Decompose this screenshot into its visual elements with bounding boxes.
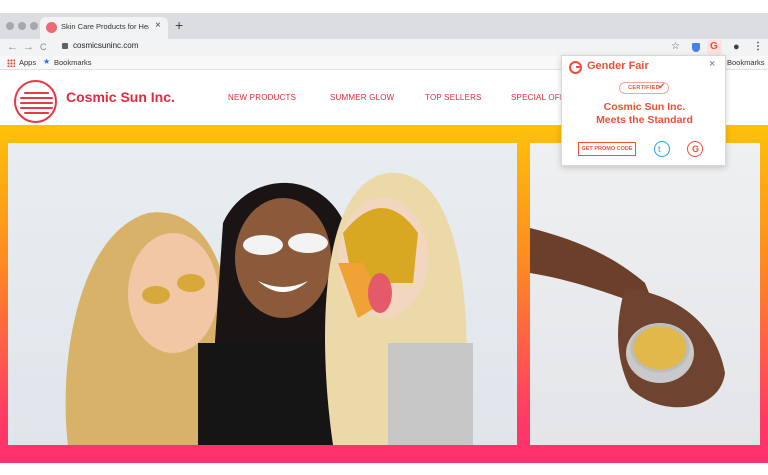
hero-banner <box>0 125 768 463</box>
nav-new-products[interactable]: NEW PRODUCTS <box>228 93 296 102</box>
brand-name[interactable]: Cosmic Sun Inc. <box>66 89 175 105</box>
back-icon[interactable]: ← <box>7 40 18 54</box>
window-close-dot[interactable] <box>6 22 14 30</box>
twitter-share-button[interactable]: t <box>654 141 670 157</box>
site-favicon-icon <box>46 22 57 33</box>
gender-fair-popup: Gender Fair × CERTIFIED ✔ Cosmic Sun Inc… <box>561 55 726 166</box>
shield-extension-icon[interactable] <box>692 43 700 52</box>
get-promo-code-button[interactable]: GET PROMO CODE <box>578 142 636 156</box>
bookmark-star-blue-icon: ★ <box>43 57 51 66</box>
account-icon[interactable]: ● <box>733 40 740 54</box>
tab-bar: Skin Care Products for Health × + <box>0 13 768 39</box>
apps-grid-icon[interactable] <box>7 59 15 67</box>
nav-top-sellers[interactable]: TOP SELLERS <box>425 93 482 102</box>
popup-company-name: Cosmic Sun Inc. <box>603 101 686 113</box>
popup-brand-name: Gender Fair <box>587 60 649 72</box>
twitter-icon: t <box>658 144 661 154</box>
address-bar-url[interactable]: cosmicsuninc.com <box>73 41 138 50</box>
address-toolbar: ← → C cosmicsuninc.com ☆ G ● ⋮ <box>0 39 768 56</box>
browser-menu-icon[interactable]: ⋮ <box>753 40 763 54</box>
apps-bookmark[interactable]: Apps <box>19 58 36 67</box>
forward-icon[interactable]: → <box>23 40 34 54</box>
nav-summer-glow[interactable]: SUMMER GLOW <box>330 93 394 102</box>
tab-close-icon[interactable]: × <box>155 20 161 31</box>
other-bookmarks-folder[interactable]: Bookmarks <box>727 58 765 67</box>
browser-window: Skin Care Products for Health × + ← → C … <box>0 0 768 475</box>
gender-fair-icon: G <box>692 144 700 154</box>
site-logo[interactable] <box>14 80 57 123</box>
gender-fair-extension-button[interactable]: G <box>707 40 722 55</box>
bookmarks-folder[interactable]: Bookmarks <box>54 58 92 67</box>
new-tab-button[interactable]: + <box>175 16 183 34</box>
window-zoom-dot[interactable] <box>30 22 38 30</box>
popup-status-text: Meets the Standard <box>596 114 693 126</box>
reload-icon[interactable]: C <box>40 40 47 54</box>
bookmark-star-icon[interactable]: ☆ <box>671 40 680 54</box>
gender-fair-g-icon: G <box>710 41 718 52</box>
gender-fair-logo-icon <box>569 61 582 74</box>
window-minimize-dot[interactable] <box>18 22 26 30</box>
nav-special-offers[interactable]: SPECIAL OFF <box>511 93 565 102</box>
popup-close-icon[interactable]: × <box>709 58 715 70</box>
browser-tab-active[interactable]: Skin Care Products for Health × <box>40 17 168 39</box>
gender-fair-link-button[interactable]: G <box>687 141 703 157</box>
hero-photo-hand-with-tin[interactable] <box>530 143 760 445</box>
hero-photo-three-women[interactable] <box>8 143 517 445</box>
certified-check-icon: ✔ <box>658 81 666 91</box>
page-bottom-strip <box>0 463 768 475</box>
tab-title: Skin Care Products for Health <box>61 22 149 31</box>
lock-icon <box>62 43 68 49</box>
